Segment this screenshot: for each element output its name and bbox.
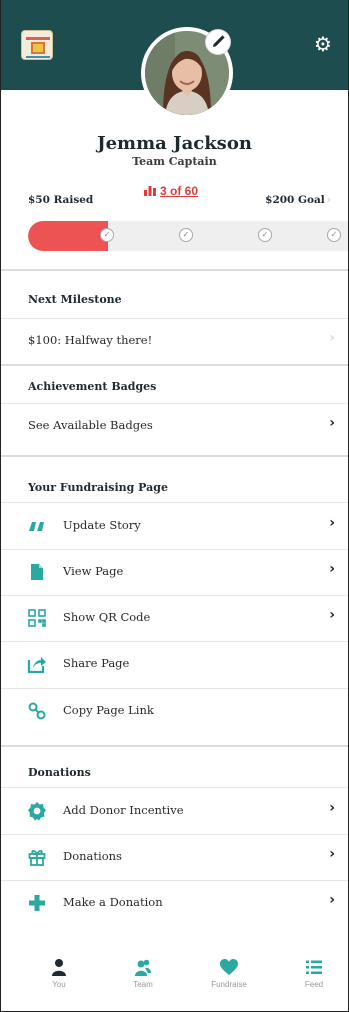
copy-page-link-row[interactable]: Copy Page Link	[1, 688, 348, 734]
chevron-right-icon: ›	[329, 330, 335, 346]
chevron-right-icon: ›	[329, 515, 335, 531]
list-icon	[306, 960, 322, 974]
share-page-label: Share Page	[63, 656, 130, 670]
add-donor-incentive-label: Add Donor Incentive	[63, 803, 184, 817]
tab-you[interactable]: You	[29, 958, 89, 989]
milestone-check-icon: ✓	[100, 228, 114, 242]
view-page-label: View Page	[63, 564, 124, 578]
document-icon	[27, 562, 47, 582]
tab-feed[interactable]: Feed	[284, 958, 344, 989]
leaderboard-icon	[144, 185, 156, 199]
quote-icon	[27, 516, 47, 536]
chevron-right-icon: ›	[329, 846, 335, 862]
chevron-right-icon: ›	[329, 892, 335, 908]
goal-label: $200 Goal	[265, 194, 325, 206]
view-page-row[interactable]: View Page ›	[1, 549, 348, 595]
chevron-right-icon: ›	[329, 800, 335, 816]
make-a-donation-row[interactable]: Make a Donation ›	[1, 880, 348, 926]
section-divider	[1, 269, 348, 271]
milestone-check-icon: ✓	[179, 228, 193, 242]
edit-photo-pencil-icon[interactable]	[206, 30, 230, 54]
see-badges-label: See Available Badges	[28, 418, 153, 432]
section-divider	[1, 745, 348, 747]
milestone-check-icon: ✓	[258, 228, 272, 242]
donations-label: Donations	[63, 849, 122, 863]
add-donor-incentive-row[interactable]: Add Donor Incentive ›	[1, 788, 348, 834]
goal-amount[interactable]: $200 Goal ›	[265, 194, 331, 206]
app-logo	[21, 30, 53, 60]
tab-team[interactable]: Team	[113, 958, 173, 989]
donations-heading: Donations	[28, 766, 91, 779]
bottom-tab-bar: You Team Fundraise Feed	[1, 950, 348, 1011]
fundraising-page-heading: Your Fundraising Page	[28, 481, 168, 494]
qr-code-icon	[27, 608, 47, 628]
section-divider	[1, 364, 348, 366]
tab-fundraise[interactable]: Fundraise	[199, 958, 259, 989]
donations-row[interactable]: Donations ›	[1, 834, 348, 880]
tab-team-label: Team	[133, 980, 153, 989]
settings-gear-icon[interactable]: ⚙	[312, 33, 334, 55]
tab-feed-label: Feed	[304, 980, 324, 989]
profile-role: Team Captain	[132, 155, 217, 168]
team-rank[interactable]: 3 of 60	[144, 184, 198, 199]
heart-icon	[220, 959, 238, 975]
team-rank-link[interactable]: 3 of 60	[160, 184, 198, 198]
update-story-row[interactable]: Update Story ›	[1, 503, 348, 549]
make-a-donation-label: Make a Donation	[63, 895, 163, 909]
share-icon	[27, 654, 47, 674]
update-story-label: Update Story	[63, 518, 141, 532]
milestone-label: $100: Halfway there!	[28, 333, 153, 347]
raised-amount: $50 Raised	[28, 194, 94, 206]
copy-page-link-label: Copy Page Link	[63, 703, 154, 717]
link-icon	[27, 701, 47, 721]
next-milestone-heading: Next Milestone	[28, 293, 122, 306]
person-icon	[52, 959, 66, 976]
milestone-row[interactable]: $100: Halfway there! ›	[1, 318, 348, 364]
show-qr-code-row[interactable]: Show QR Code ›	[1, 595, 348, 641]
profile-name: Jemma Jackson	[97, 133, 252, 154]
section-divider	[1, 455, 348, 457]
team-icon	[135, 959, 151, 976]
gift-icon	[27, 847, 47, 867]
chevron-right-icon: ›	[329, 415, 335, 431]
see-badges-row[interactable]: See Available Badges ›	[1, 403, 348, 449]
milestone-check-icon: ✓	[327, 228, 341, 242]
tab-you-label: You	[52, 980, 66, 989]
app-screen: ⚙ Jemma Jackson Team Captain $50 Raised …	[0, 0, 349, 1012]
chevron-right-icon: ›	[326, 194, 331, 206]
progress-fill	[28, 221, 108, 251]
chevron-right-icon: ›	[329, 607, 335, 623]
badge-icon	[27, 801, 47, 821]
progress-bar: ✓ ✓ ✓ ✓	[28, 221, 348, 251]
plus-icon	[27, 893, 47, 913]
chevron-right-icon: ›	[329, 561, 335, 577]
achievement-badges-heading: Achievement Badges	[28, 380, 157, 393]
tab-fundraise-label: Fundraise	[211, 980, 247, 989]
show-qr-code-label: Show QR Code	[63, 610, 151, 624]
share-page-row[interactable]: Share Page	[1, 641, 348, 687]
